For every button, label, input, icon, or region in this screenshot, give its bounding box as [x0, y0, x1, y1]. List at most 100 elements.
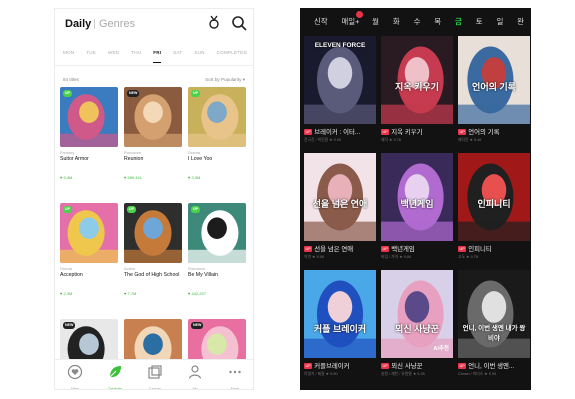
comic-thumbnail[interactable]: UP [60, 203, 118, 263]
sort-dropdown[interactable]: Sort by Popularity ▾ [205, 77, 245, 83]
bottom-tab-bar: Mine Originals Canvas My More [55, 359, 253, 390]
comic-title-row: UP 커플브레이커 [304, 361, 376, 370]
up-badge: UP [381, 245, 390, 252]
comic-card[interactable]: NEW Romance Reunion ♥ 599,441 [124, 87, 182, 180]
up-badge: UP [458, 128, 467, 135]
new-badge: NEW [127, 90, 140, 97]
new-badge: NEW [191, 322, 204, 329]
comic-title: The God of High School [124, 272, 180, 278]
up-badge: UP [381, 362, 390, 369]
comic-thumbnail[interactable]: UP [188, 87, 246, 147]
weekday-tab-sat[interactable]: SAT [173, 47, 182, 63]
weekday-tab-kr[interactable]: 월 [365, 16, 386, 27]
cover-art [458, 270, 530, 358]
comic-genre: Drama [188, 150, 201, 155]
weekday-tab-kr[interactable]: 수 [407, 16, 428, 27]
comic-genre: Fantasy [60, 150, 75, 155]
comic-card[interactable]: UP Drama Acception ♥ 2.3M [60, 203, 118, 296]
weekday-tab-kr[interactable]: 매일+ [336, 10, 366, 27]
up-badge: UP [304, 362, 313, 369]
comic-title-row: UP 선을 넘은 연애 [304, 244, 376, 253]
weekday-tab-thu[interactable]: THU [131, 47, 141, 63]
heart-circle-icon [67, 364, 83, 385]
weekday-tab-tue[interactable]: TUE [86, 47, 96, 63]
comic-meta: 송원 / 재찬 / 유원왕 ★ 9.95 [381, 372, 425, 376]
comic-thumbnail[interactable]: 선을 넘은 연애 [304, 153, 376, 241]
comic-genre: Action [124, 266, 136, 271]
comic-title: Acception [60, 272, 83, 278]
comic-thumbnail[interactable]: 인피니티 [458, 153, 530, 241]
ai-recommend-label: AI추천 [433, 346, 449, 352]
comic-meta: 바임 / 가아 ★ 9.84 [381, 255, 412, 259]
comic-card-kr[interactable]: 선을 넘은 연애 UP 선을 넘은 연애 이연 ★ 9.96 [304, 153, 376, 260]
tab-daily[interactable]: Daily [65, 18, 91, 30]
tab-more[interactable]: More [220, 364, 250, 389]
comic-thumbnail[interactable]: 언니, 이번 생엔 내가 왕비야 [458, 270, 530, 358]
weekday-tab-fri[interactable]: FRI [153, 47, 162, 63]
comic-title: 지옥 키우기 [391, 129, 423, 136]
comic-card[interactable]: UP Fantasy Suitor Armor ♥ 6.4M [60, 87, 118, 180]
canvas-icon [147, 364, 163, 385]
comic-title-row: UP 언니, 이번 생엔... [458, 361, 530, 370]
comic-thumbnail[interactable]: 커플 브레이커 [304, 270, 376, 358]
weekday-tab-wed[interactable]: WED [108, 47, 119, 63]
weekday-tab-kr[interactable]: 화 [386, 16, 407, 27]
weekday-tab-sun[interactable]: SUN [194, 47, 204, 63]
weekday-tab-kr[interactable]: 일 [490, 16, 511, 27]
comic-thumbnail[interactable]: 지옥 키우기 [381, 36, 453, 124]
tab-mine[interactable]: Mine [60, 364, 90, 390]
comic-thumbnail[interactable]: UP [60, 87, 118, 147]
comic-likes: ♥ 7.7M [124, 291, 137, 296]
comic-card-kr[interactable]: 언어의 기록 UP 언어의 기록 제작진 ★ 9.46 [458, 36, 530, 143]
comic-genre: Drama [60, 266, 73, 271]
comic-card-kr[interactable]: 지옥 키우기 UP 지옥 키우기 제작 ★ 9.78 [381, 36, 453, 143]
comic-card-kr[interactable]: 커플 브레이커 UP 커플브레이커 이영기 / 제갈 ★ 9.90 [304, 270, 376, 377]
weekday-tab-kr[interactable]: 신작 [306, 16, 336, 27]
comic-card[interactable]: UP Drama I Love Yoo ♥ 3.3M [188, 87, 246, 180]
comic-card-kr[interactable]: ELEVEN FORCE UP 브레이커 : 이터... 전극진 / 박진환 ★ 9.… [304, 36, 376, 143]
gender-icon[interactable] [207, 15, 221, 31]
weekday-tab-kr[interactable]: 토 [469, 16, 490, 27]
comic-thumbnail[interactable]: UP [124, 203, 182, 263]
comic-card-kr[interactable]: 인피니티 UP 인피니티 고도 ★ 9.78 [458, 153, 530, 260]
comic-likes: ♥ 442,257 [188, 291, 206, 296]
tab-canvas[interactable]: Canvas [140, 364, 170, 389]
weekday-tab-kr[interactable]: 금 [448, 16, 469, 27]
more-icon [227, 364, 243, 385]
weekday-tab-mon[interactable]: MON [63, 47, 74, 63]
search-icon[interactable] [231, 15, 247, 31]
tab-my[interactable]: My [180, 364, 210, 389]
comic-likes: ♥ 599,441 [124, 175, 142, 180]
weekday-tab-kr[interactable]: 완 [510, 16, 531, 27]
comic-card-kr[interactable]: 언니, 이번 생엔 내가 왕비야 UP 언니, 이번 생엔... Cimsin / 미… [458, 270, 530, 377]
notification-dot [356, 10, 364, 18]
comic-title: Reunion [124, 156, 144, 162]
comic-thumbnail[interactable]: NEW [124, 87, 182, 147]
comic-title-row: UP 백년게임 [381, 244, 453, 253]
comic-thumbnail[interactable]: 뫼신 사냥꾼 AI추천 [381, 270, 453, 358]
comic-card[interactable]: UP Action The God of High School ♥ 7.7M [124, 203, 182, 296]
comic-title: Be My Villain [188, 272, 218, 278]
weekday-tab-completed[interactable]: COMPLETED [217, 47, 247, 63]
cover-title-art: 언어의 기록 [472, 82, 516, 92]
comic-card-kr[interactable]: 백년게임 UP 백년게임 바임 / 가아 ★ 9.84 [381, 153, 453, 260]
comic-card[interactable]: UP Romance Be My Villain ♥ 442,257 [188, 203, 246, 296]
comic-meta: 전극진 / 박진환 ★ 9.95 [304, 138, 342, 142]
comic-card-kr[interactable]: 뫼신 사냥꾼 AI추천 UP 뫼신 사냥꾼 송원 / 재찬 / 유원왕 ★ 9.95 [381, 270, 453, 377]
comic-thumbnail[interactable]: 백년게임 [381, 153, 453, 241]
comic-title-row: UP 언어의 기록 [458, 127, 530, 136]
up-badge: UP [63, 206, 72, 213]
comic-likes: ♥ 2.3M [60, 291, 73, 296]
title-count: 84 titles [63, 77, 79, 82]
comic-thumbnail[interactable]: ELEVEN FORCE [304, 36, 376, 124]
comic-thumbnail[interactable]: 언어의 기록 [458, 36, 530, 124]
comic-meta: 제작 ★ 9.78 [381, 138, 401, 142]
tab-label: Mine [71, 387, 79, 390]
comic-title: 백년게임 [391, 246, 415, 253]
comic-thumbnail[interactable]: UP [188, 203, 246, 263]
comic-title: Suitor Armor [60, 156, 89, 162]
cover-art [304, 270, 376, 358]
weekday-tab-kr[interactable]: 목 [427, 16, 448, 27]
tab-genres[interactable]: Genres [99, 18, 135, 30]
tab-originals[interactable]: Originals [100, 364, 130, 389]
